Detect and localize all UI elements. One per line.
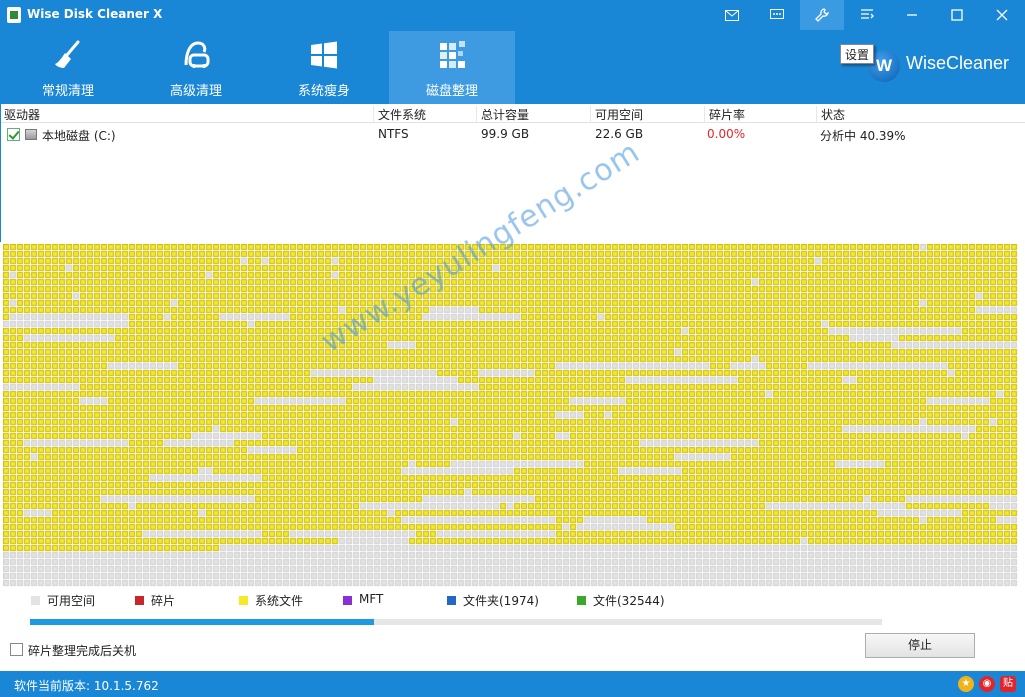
feedback-icon[interactable] [755,0,799,30]
shutdown-checkbox[interactable] [10,643,23,656]
settings-wrench-icon[interactable] [800,0,844,30]
tieba-icon[interactable]: 贴 [1000,676,1016,692]
legend-swatch [239,596,248,605]
brand-name: WiseCleaner [906,53,1010,73]
drive-table: 驱动器 文件系统 总计容量 可用空间 碎片率 状态 本地磁盘 (C:) NTFS… [0,104,1025,242]
close-icon[interactable] [980,0,1024,30]
shutdown-label[interactable]: 碎片整理完成后关机 [28,642,136,659]
legend-label: 碎片 [151,594,176,608]
tab-label: 系统瘦身 [297,84,350,99]
legend-label: 文件夹(1974) [463,594,539,608]
settings-tooltip: 设置 [840,44,875,64]
tab-label: 高级清理 [169,84,222,99]
minimize-icon[interactable] [890,0,934,30]
legend-label: 可用空间 [47,594,96,608]
drive-free: 22.6 GB [595,127,644,141]
col-frag[interactable]: 碎片率 [706,106,817,123]
status-bar: 软件当前版本: 10.1.5.762 ★ ◉ 贴 [0,671,1025,697]
tab-label: 磁盘整理 [425,84,478,99]
legend: 可用空间 碎片 系统文件 MFT 文件夹(1974) 文件(32544) [0,590,1025,610]
maximize-icon[interactable] [935,0,979,30]
disk-block-map [3,244,1023,588]
tab-system-slim[interactable]: 系统瘦身 [261,31,387,104]
col-drive[interactable]: 驱动器 [1,106,374,123]
weibo-icon[interactable]: ◉ [979,676,995,692]
defrag-icon [440,41,465,68]
table-row[interactable]: 本地磁盘 (C:) NTFS 99.9 GB 22.6 GB 0.00% 分析中… [1,124,1025,144]
tab-label: 常规清理 [41,84,94,99]
main-toolbar: 常规清理 高级清理 系统瘦身 磁盘整理 W WiseCleaner [0,30,1025,104]
star-icon[interactable]: ★ [958,676,974,692]
tab-regular-clean[interactable]: 常规清理 [5,31,131,104]
legend-swatch [447,596,456,605]
col-total[interactable]: 总计容量 [478,106,591,123]
version-text: 软件当前版本: 10.1.5.762 [14,679,159,693]
drive-name: 本地磁盘 (C:) [42,129,116,143]
col-free[interactable]: 可用空间 [592,106,705,123]
legend-swatch [135,596,144,605]
legend-label: 文件(32544) [593,594,665,608]
block-map-canvas [3,244,1023,588]
drive-status: 分析中 40.39% [820,129,906,143]
windows-icon [311,41,337,69]
window-title: Wise Disk Cleaner X [27,7,163,21]
legend-swatch [577,596,586,605]
legend-swatch [31,596,40,605]
tab-disk-defrag[interactable]: 磁盘整理 [389,31,515,104]
broom-icon [55,40,80,68]
legend-swatch [343,596,352,605]
drive-frag-rate: 0.00% [707,127,746,141]
stop-button[interactable]: 停止 [865,633,975,658]
table-header: 驱动器 文件系统 总计容量 可用空间 碎片率 状态 [1,104,1025,123]
progress-bar [30,619,882,625]
drive-total: 99.9 GB [481,127,530,141]
progress-fill [30,619,375,625]
mail-icon[interactable] [710,0,754,30]
legend-label: MFT [359,592,384,606]
col-status[interactable]: 状态 [818,106,1025,123]
menu-icon[interactable] [845,0,889,30]
drive-checkbox[interactable] [7,128,20,141]
tab-advanced-clean[interactable]: 高级清理 [133,31,259,104]
vacuum-icon [184,41,210,68]
hard-drive-icon [25,129,37,140]
app-icon [7,7,21,23]
drive-filesystem: NTFS [378,127,409,141]
title-bar: Wise Disk Cleaner X [0,0,1025,30]
col-filesystem[interactable]: 文件系统 [375,106,477,123]
legend-label: 系统文件 [255,594,304,608]
